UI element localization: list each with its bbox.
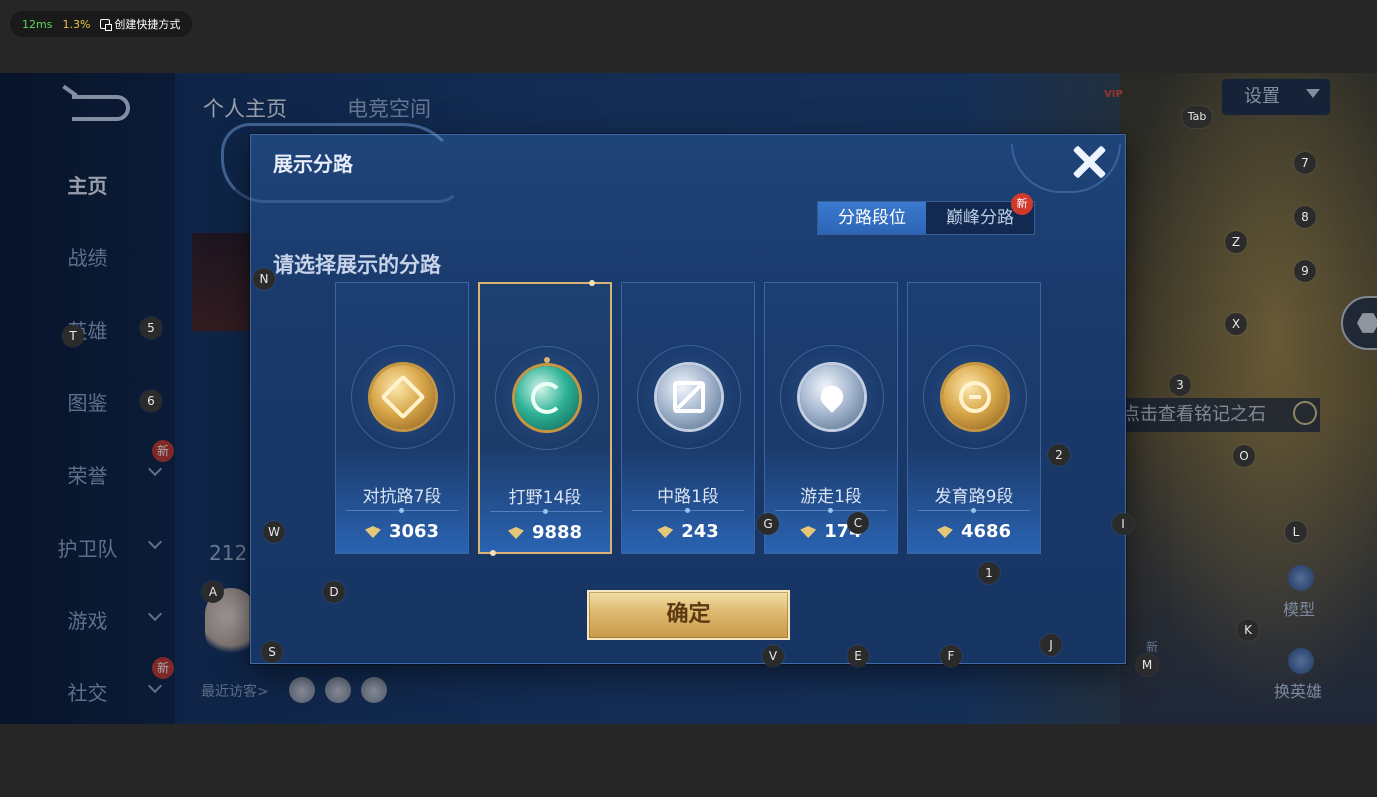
lane-score-value: 4686: [960, 521, 1012, 542]
divider: [490, 509, 602, 514]
hotkey-hint: J: [1040, 634, 1062, 656]
selection-corner-dot: [589, 280, 595, 286]
bottom-bar: [0, 724, 1377, 797]
score-icon: [936, 526, 953, 538]
shortcut-icon: [100, 19, 113, 31]
hotkey-hint: Z: [1225, 231, 1247, 253]
lane-card-list: 对抗路7段 3063 打野14段 9888 中路1段 243 游走1段 174 …: [335, 280, 1045, 556]
score-icon: [657, 526, 674, 538]
hotkey-hint: F: [940, 645, 962, 667]
divider: [775, 508, 887, 513]
rank-medal: [371, 365, 435, 429]
roam-icon: [816, 381, 848, 413]
hotkey-hint: I: [1112, 513, 1134, 535]
lane-card-top[interactable]: 对抗路7段 3063: [335, 282, 469, 554]
hotkey-hint: 9: [1294, 260, 1316, 282]
sword-icon: [380, 374, 426, 420]
hotkey-hint: W: [263, 521, 285, 543]
close-icon[interactable]: [1069, 142, 1109, 182]
lane-score: 4686: [908, 521, 1040, 542]
hotkey-hint: G: [757, 513, 779, 535]
hotkey-hint: 3: [1169, 374, 1191, 396]
rank-medal: [800, 365, 864, 429]
confirm-button[interactable]: 确定: [587, 590, 790, 640]
hotkey-hint: 6: [140, 390, 162, 412]
hotkey-hint: S: [261, 641, 283, 663]
lane-score: 243: [622, 521, 754, 542]
lane-score: 9888: [480, 522, 610, 543]
hotkey-hint: M: [1136, 654, 1158, 676]
hotkey-hint: 2: [1048, 444, 1070, 466]
lane-name: 打野14段: [508, 488, 582, 508]
hotkey-hint: N: [253, 268, 275, 290]
score-icon: [364, 526, 381, 538]
perf-pill: 12ms 1.3% 创建快捷方式: [10, 11, 193, 37]
hotkey-hint: 8: [1294, 206, 1316, 228]
hotkey-hint: 7: [1294, 152, 1316, 174]
lane-name: 发育路9段: [934, 487, 1014, 507]
score-icon: [800, 526, 817, 538]
game-viewport: 主页 战绩 英雄 图鉴 荣誉 新 护卫队 游戏 社交 新 个人主页 电竞空间 2…: [0, 73, 1377, 724]
latency-text: 12ms: [22, 17, 53, 31]
select-lane-prompt: 请选择展示的分路: [273, 253, 441, 277]
hotkey-hint: E: [847, 645, 869, 667]
rank-medal: [657, 365, 721, 429]
adc-icon: [959, 381, 991, 413]
lane-tab-switch: 分路段位 巅峰分路: [817, 201, 1035, 235]
dialog-title: 展示分路: [273, 152, 353, 176]
mid-lane-icon: [673, 381, 705, 413]
medal-gem: [544, 357, 550, 363]
create-shortcut-button[interactable]: 创建快捷方式: [100, 16, 180, 32]
hotkey-hint: C: [847, 512, 869, 534]
tab-lane-rank[interactable]: 分路段位: [818, 202, 926, 234]
hotkey-hint: 1: [978, 562, 1000, 584]
lane-card-roam[interactable]: 游走1段 174: [764, 282, 898, 554]
lane-score-value: 3063: [388, 521, 440, 542]
rank-medal: [943, 365, 1007, 429]
hotkey-hint: V: [762, 645, 784, 667]
lane-display-dialog: 展示分路 分路段位 巅峰分路 新 请选择展示的分路 对抗路7段 3063 打野1…: [221, 123, 1126, 664]
hotkey-hint: T: [62, 325, 84, 347]
lane-name: 游走1段: [800, 487, 862, 507]
divider: [918, 508, 1030, 513]
rank-medal: [515, 366, 579, 430]
hotkey-hint: Tab: [1182, 106, 1212, 128]
top-status-bar: 12ms 1.3% 创建快捷方式: [0, 0, 1377, 73]
lane-card-jungle[interactable]: 打野14段 9888: [478, 280, 612, 556]
hotkey-hint: D: [323, 581, 345, 603]
dragon-icon: [531, 382, 563, 414]
hotkey-hint: L: [1285, 521, 1307, 543]
lane-score-value: 9888: [531, 522, 583, 543]
divider: [632, 508, 744, 513]
lane-card-adc[interactable]: 发育路9段 4686: [907, 282, 1041, 554]
score-icon: [507, 527, 524, 539]
create-shortcut-label: 创建快捷方式: [114, 18, 181, 31]
new-badge: 新: [1011, 193, 1033, 215]
hotkey-hint: O: [1233, 445, 1255, 467]
lane-score-value: 243: [681, 521, 719, 542]
hotkey-hint: A: [202, 581, 224, 603]
lane-card-mid[interactable]: 中路1段 243: [621, 282, 755, 554]
selection-corner-dot: [490, 550, 496, 556]
lane-name: 对抗路7段: [362, 487, 442, 507]
divider: [346, 508, 458, 513]
lane-name: 中路1段: [657, 487, 719, 507]
hotkey-hint: K: [1237, 619, 1259, 641]
cpu-text: 1.3%: [62, 17, 91, 31]
lane-score: 174: [765, 521, 897, 542]
hotkey-hint: 5: [140, 317, 162, 339]
lane-score: 3063: [336, 521, 468, 542]
hotkey-hint: X: [1225, 313, 1247, 335]
